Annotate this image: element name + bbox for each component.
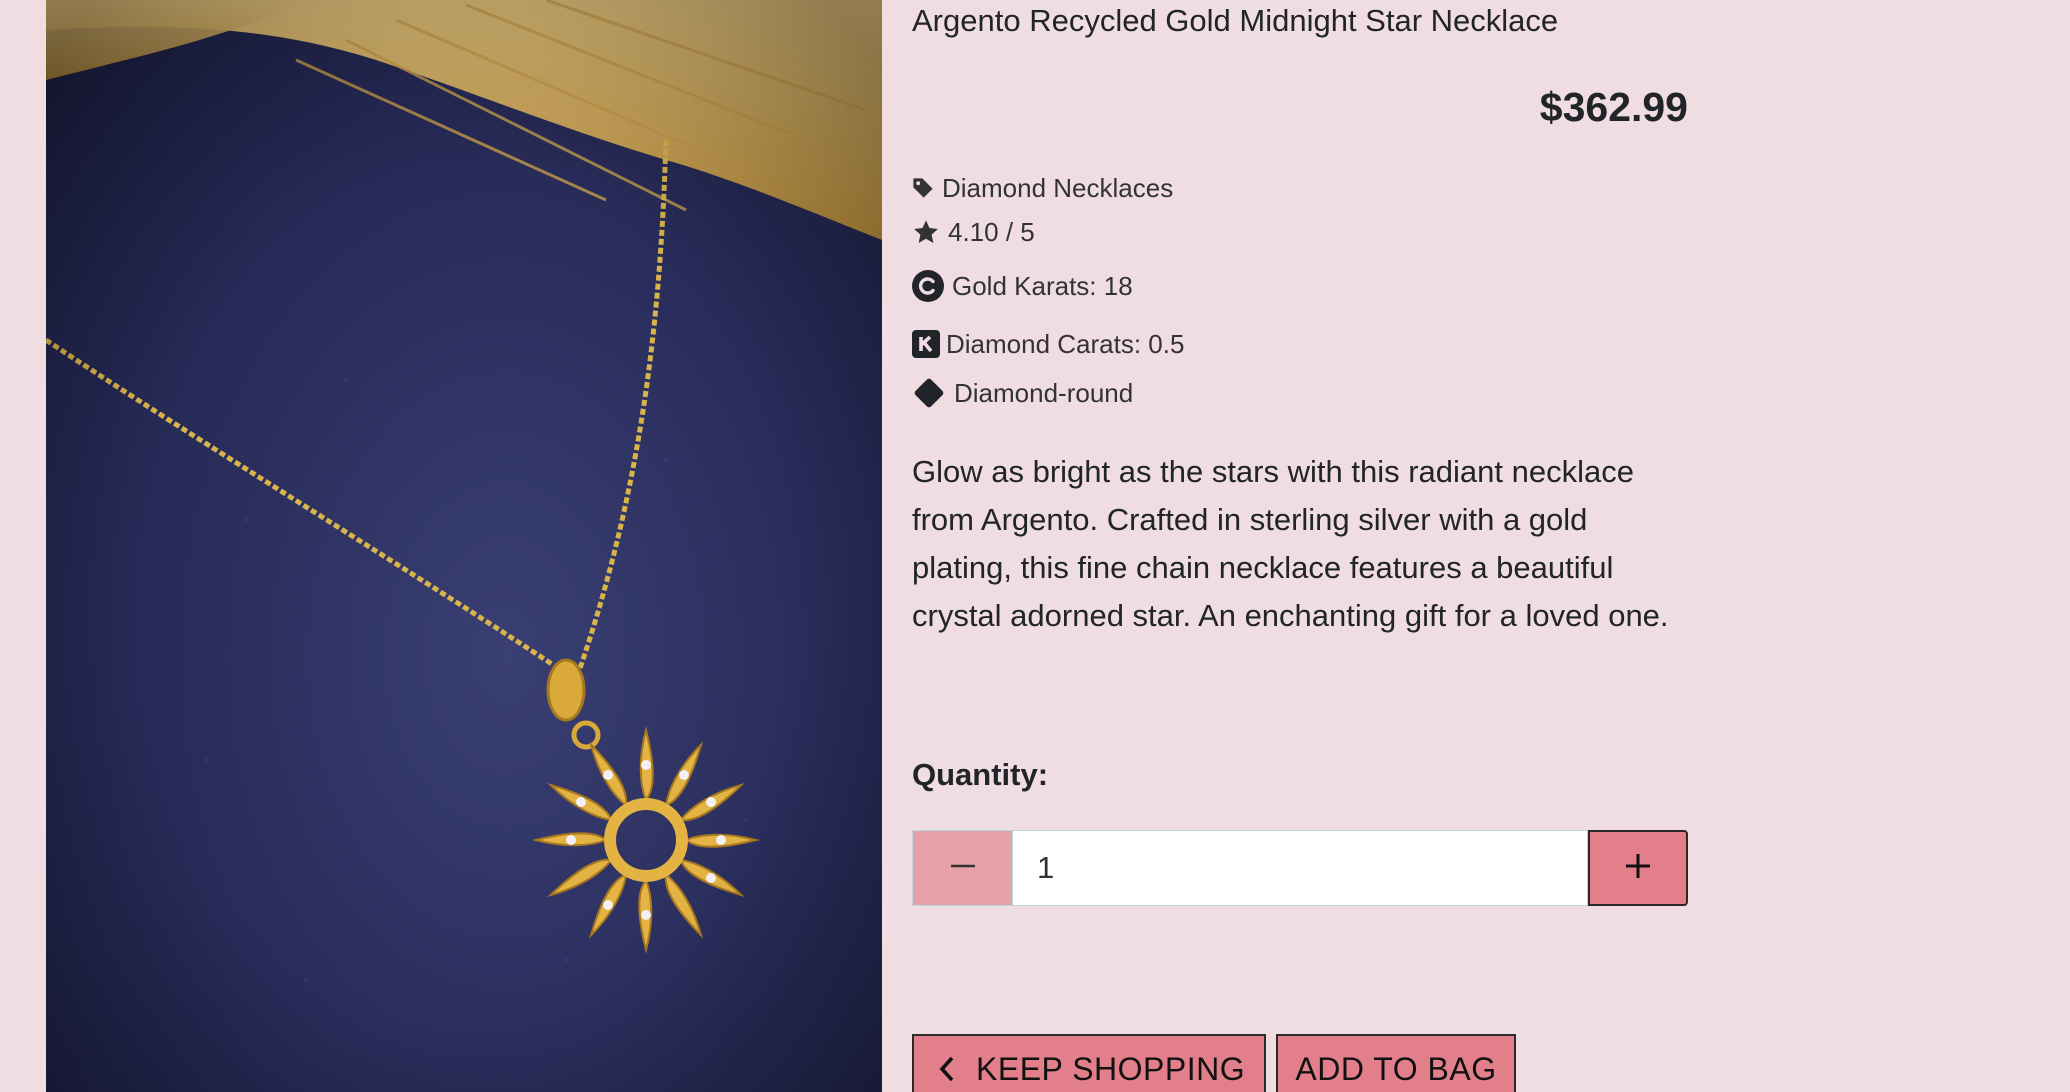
star-icon xyxy=(912,218,940,246)
product-price: $362.99 xyxy=(1539,84,1688,130)
product-image xyxy=(46,0,882,1092)
gold-karats: Gold Karats: 18 xyxy=(952,271,1133,301)
quantity-stepper xyxy=(912,830,1688,906)
increase-quantity-button[interactable] xyxy=(1588,830,1688,906)
keep-shopping-label: KEEP SHOPPING xyxy=(976,1050,1246,1087)
copyright-circle-icon xyxy=(912,270,944,302)
product-rating: 4.10 / 5 xyxy=(948,217,1035,247)
gold-karats-row: Gold Karats: 18 xyxy=(912,270,1133,302)
diamond-carats: Diamond Carats: 0.5 xyxy=(946,329,1185,359)
diamond-shape-row: Diamond-round xyxy=(912,376,1133,410)
quantity-label: Quantity: xyxy=(912,757,1049,792)
product-title: Argento Recycled Gold Midnight Star Neck… xyxy=(912,3,1559,38)
minus-icon xyxy=(948,851,978,886)
k-square-icon xyxy=(912,330,940,358)
decrease-quantity-button[interactable] xyxy=(912,830,1012,906)
add-to-bag-button[interactable]: ADD TO BAG xyxy=(1276,1034,1516,1092)
chevron-left-icon xyxy=(938,1055,956,1083)
rating-row: 4.10 / 5 xyxy=(912,216,1035,248)
add-to-bag-label: ADD TO BAG xyxy=(1295,1050,1497,1087)
keep-shopping-button[interactable]: KEEP SHOPPING xyxy=(912,1034,1266,1092)
diamond-carats-row: Diamond Carats: 0.5 xyxy=(912,328,1184,360)
product-category: Diamond Necklaces xyxy=(942,173,1174,203)
diamond-icon xyxy=(912,376,946,410)
plus-icon xyxy=(1623,851,1653,886)
quantity-input[interactable] xyxy=(1012,830,1588,906)
category-row: Diamond Necklaces xyxy=(912,172,1173,204)
tag-icon xyxy=(912,177,934,199)
product-description: Glow as bright as the stars with this ra… xyxy=(912,454,1669,633)
diamond-shape: Diamond-round xyxy=(954,378,1134,408)
product-detail-page: Argento Recycled Gold Midnight Star Neck… xyxy=(0,0,2070,1092)
